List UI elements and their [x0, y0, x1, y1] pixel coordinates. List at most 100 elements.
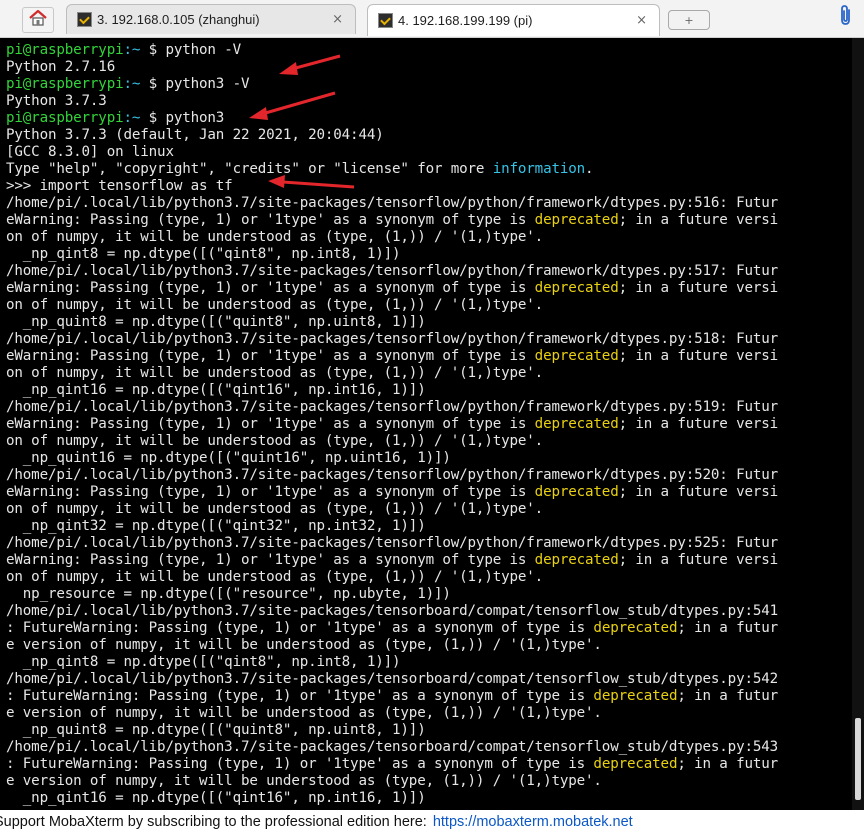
terminal-text: on of numpy, it will be understood as (t… [6, 433, 544, 449]
terminal-text: deprecated [534, 484, 619, 500]
terminal-text: Python 2.7.16 [6, 59, 116, 75]
terminal-icon [378, 13, 393, 28]
terminal-lines: pi@raspberrypi:~ $ python -V Python 2.7.1… [6, 42, 778, 807]
terminal-text: _np_qint32 = np.dtype([("qint32", np.int… [6, 518, 426, 534]
terminal-line: /home/pi/.local/lib/python3.7/site-packa… [6, 399, 778, 416]
terminal-text: /home/pi/.local/lib/python3.7/site-packa… [6, 739, 779, 755]
terminal-line: _np_quint8 = np.dtype([("quint8", np.uin… [6, 722, 778, 739]
terminal-text: deprecated [593, 620, 678, 636]
terminal-line: _np_quint8 = np.dtype([("quint8", np.uin… [6, 314, 778, 331]
terminal-line: pi@raspberrypi:~ $ python3 -V [6, 76, 778, 93]
terminal-text: ; in a future versi [618, 280, 779, 296]
terminal-text: ; in a future versi [618, 552, 779, 568]
terminal-line: /home/pi/.local/lib/python3.7/site-packa… [6, 195, 778, 212]
paperclip-icon [838, 4, 854, 30]
terminal-text: $ python3 -V [148, 76, 250, 92]
terminal-text: np_resource = np.dtype([("resource", np.… [6, 586, 451, 602]
terminal-text: :~ [123, 110, 149, 126]
terminal-text: _np_quint8 = np.dtype([("quint8", np.uin… [6, 722, 426, 738]
terminal-line: _np_quint16 = np.dtype([("quint16", np.u… [6, 450, 778, 467]
terminal-line: on of numpy, it will be understood as (t… [6, 365, 778, 382]
terminal-text: pi@raspberrypi [6, 42, 124, 58]
terminal-text: _np_qint8 = np.dtype([("qint8", np.int8,… [6, 246, 401, 262]
terminal-output[interactable]: pi@raspberrypi:~ $ python -V Python 2.7.1… [0, 38, 864, 810]
terminal-text: eWarning: Passing (type, 1) or '1type' a… [6, 552, 535, 568]
terminal-text: Type "help", "copyright", "credits" or "… [6, 161, 493, 177]
terminal-text: e version of numpy, it will be understoo… [6, 705, 602, 721]
terminal-text: ; in a futur [677, 756, 779, 772]
terminal-line: : FutureWarning: Passing (type, 1) or '1… [6, 756, 778, 773]
close-icon[interactable]: × [332, 12, 343, 27]
status-text: Support MobaXterm by subscribing to the … [0, 814, 427, 830]
terminal-line: pi@raspberrypi:~ $ python3 [6, 110, 778, 127]
terminal-text: eWarning: Passing (type, 1) or '1type' a… [6, 348, 535, 364]
terminal-text: :~ [123, 76, 149, 92]
terminal-text: [GCC 8.3.0] on linux [6, 144, 174, 160]
terminal-text: : FutureWarning: Passing (type, 1) or '1… [6, 756, 594, 772]
terminal-line: >>> import tensorflow as tf [6, 178, 778, 195]
scrollbar-thumb[interactable] [855, 718, 861, 800]
terminal-text: /home/pi/.local/lib/python3.7/site-packa… [6, 467, 779, 483]
terminal-text: ; in a future versi [618, 212, 779, 228]
home-icon [28, 9, 48, 31]
terminal-line: Python 2.7.16 [6, 59, 778, 76]
terminal-line: _np_qint8 = np.dtype([("qint8", np.int8,… [6, 654, 778, 671]
terminal-line: eWarning: Passing (type, 1) or '1type' a… [6, 484, 778, 501]
terminal-text: information [492, 161, 586, 177]
tab-session-3[interactable]: 3. 192.168.0.105 (zhanghui) × [66, 4, 356, 34]
terminal-line: /home/pi/.local/lib/python3.7/site-packa… [6, 739, 778, 756]
terminal-line: on of numpy, it will be understood as (t… [6, 297, 778, 314]
terminal-line: on of numpy, it will be understood as (t… [6, 501, 778, 518]
tab-label: 3. 192.168.0.105 (zhanghui) [97, 12, 260, 27]
terminal-text: deprecated [534, 416, 619, 432]
terminal-scrollbar[interactable] [852, 38, 864, 810]
terminal-text: /home/pi/.local/lib/python3.7/site-packa… [6, 195, 779, 211]
terminal-text: /home/pi/.local/lib/python3.7/site-packa… [6, 535, 779, 551]
terminal-text: /home/pi/.local/lib/python3.7/site-packa… [6, 603, 779, 619]
terminal-line: Python 3.7.3 (default, Jan 22 2021, 20:0… [6, 127, 778, 144]
attach-button[interactable] [835, 5, 857, 29]
status-bar: Support MobaXterm by subscribing to the … [0, 811, 864, 834]
terminal-text: deprecated [534, 348, 619, 364]
plus-icon: + [684, 13, 694, 27]
terminal-text: deprecated [593, 688, 678, 704]
terminal-line: e version of numpy, it will be understoo… [6, 773, 778, 790]
terminal-line: e version of numpy, it will be understoo… [6, 705, 778, 722]
terminal-text: _np_qint16 = np.dtype([("qint16", np.int… [6, 382, 426, 398]
terminal-line: Type "help", "copyright", "credits" or "… [6, 161, 778, 178]
terminal-line: eWarning: Passing (type, 1) or '1type' a… [6, 280, 778, 297]
terminal-line: _np_qint16 = np.dtype([("qint16", np.int… [6, 790, 778, 807]
terminal-line: /home/pi/.local/lib/python3.7/site-packa… [6, 331, 778, 348]
terminal-line: eWarning: Passing (type, 1) or '1type' a… [6, 348, 778, 365]
terminal-text: eWarning: Passing (type, 1) or '1type' a… [6, 484, 535, 500]
terminal-line: on of numpy, it will be understood as (t… [6, 433, 778, 450]
terminal-text: $ python3 [148, 110, 225, 126]
close-icon[interactable]: × [636, 13, 647, 28]
new-tab-button[interactable]: + [668, 10, 710, 30]
terminal-line: /home/pi/.local/lib/python3.7/site-packa… [6, 263, 778, 280]
home-button[interactable] [22, 7, 54, 33]
tab-label: 4. 192.168.199.199 (pi) [398, 13, 533, 28]
terminal-text: deprecated [534, 212, 619, 228]
tab-session-4[interactable]: 4. 192.168.199.199 (pi) × [367, 4, 660, 36]
terminal-text: on of numpy, it will be understood as (t… [6, 297, 544, 313]
terminal-text: on of numpy, it will be understood as (t… [6, 229, 544, 245]
terminal-text: ; in a future versi [618, 348, 779, 364]
terminal-line: /home/pi/.local/lib/python3.7/site-packa… [6, 535, 778, 552]
terminal-text: eWarning: Passing (type, 1) or '1type' a… [6, 416, 535, 432]
terminal-text: _np_qint8 = np.dtype([("qint8", np.int8,… [6, 654, 401, 670]
terminal-line: on of numpy, it will be understood as (t… [6, 229, 778, 246]
terminal-text: on of numpy, it will be understood as (t… [6, 365, 544, 381]
terminal-line: /home/pi/.local/lib/python3.7/site-packa… [6, 603, 778, 620]
terminal-text: e version of numpy, it will be understoo… [6, 637, 602, 653]
terminal-line: _np_qint16 = np.dtype([("qint16", np.int… [6, 382, 778, 399]
terminal-line: _np_qint8 = np.dtype([("qint8", np.int8,… [6, 246, 778, 263]
mobatek-link[interactable]: https://mobaxterm.mobatek.net [433, 814, 633, 830]
terminal-line: _np_qint32 = np.dtype([("qint32", np.int… [6, 518, 778, 535]
terminal-text: eWarning: Passing (type, 1) or '1type' a… [6, 280, 535, 296]
terminal-text: Python 3.7.3 (default, Jan 22 2021, 20:0… [6, 127, 384, 143]
terminal-text: e version of numpy, it will be understoo… [6, 773, 602, 789]
terminal-text: ; in a futur [677, 688, 779, 704]
tab-bar: 3. 192.168.0.105 (zhanghui) × 4. 192.168… [0, 0, 864, 38]
terminal-line: on of numpy, it will be understood as (t… [6, 569, 778, 586]
